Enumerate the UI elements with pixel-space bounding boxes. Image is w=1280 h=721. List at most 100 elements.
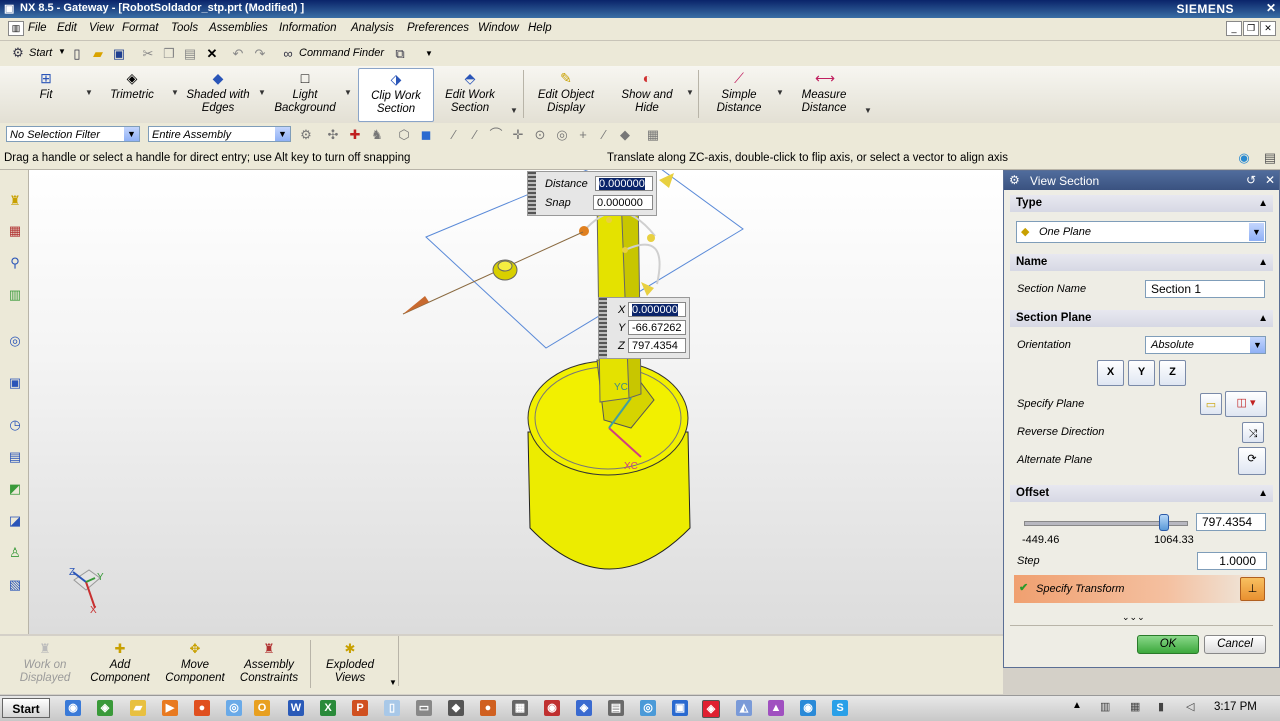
browser-icon[interactable]: ◈ bbox=[97, 700, 113, 716]
open-folder-icon[interactable]: ▰ bbox=[90, 46, 106, 62]
tray-up-icon[interactable]: ▲ bbox=[1072, 700, 1082, 711]
redo-icon[interactable]: ↷ bbox=[252, 46, 268, 62]
tray-icon[interactable]: ▥ bbox=[1100, 700, 1110, 713]
command-finder-button[interactable]: Command Finder bbox=[299, 47, 384, 59]
selection-filter-select[interactable]: No Selection Filter ▼ bbox=[6, 126, 140, 142]
show-and-hide-button[interactable]: ◐ Show and Hide bbox=[616, 68, 678, 120]
minimize-doc-icon[interactable]: _ bbox=[1226, 21, 1242, 36]
app-icon-8[interactable]: ▣ bbox=[672, 700, 688, 716]
work-on-displayed-button[interactable]: ♜ Work on Displayed bbox=[12, 638, 78, 690]
face-icon[interactable]: ◆ bbox=[617, 127, 633, 143]
move-handle-icon[interactable]: ✚ bbox=[347, 127, 363, 143]
start-menu-button[interactable]: Start bbox=[29, 47, 52, 59]
light-background-button[interactable]: □ Light Background bbox=[270, 68, 340, 120]
simple-distance-button[interactable]: ⟋ Simple Distance bbox=[708, 68, 770, 120]
csys-dialog-icon[interactable]: ⊥ bbox=[1240, 577, 1265, 601]
network-icon[interactable]: ◎ bbox=[226, 700, 242, 716]
delete-icon[interactable]: ✕ bbox=[204, 46, 220, 62]
offset-group-header[interactable]: Offset ▲ bbox=[1010, 485, 1273, 502]
app-icon-2[interactable]: ● bbox=[480, 700, 496, 716]
app-icon-5[interactable]: ◈ bbox=[576, 700, 592, 716]
cut-icon[interactable]: ✂ bbox=[140, 46, 156, 62]
constraint-navigator-icon[interactable]: ▦ bbox=[6, 222, 24, 240]
z-input[interactable]: 797.4354 bbox=[628, 338, 686, 353]
menu-assemblies[interactable]: Assemblies bbox=[209, 22, 268, 34]
powerpoint-icon[interactable]: P bbox=[352, 700, 368, 716]
move-component-button[interactable]: ✥ Move Component bbox=[162, 638, 228, 690]
light-dropdown-icon[interactable]: ▼ bbox=[344, 88, 352, 97]
trimetric-button[interactable]: ◈ Trimetric bbox=[100, 68, 164, 120]
offset-value-input[interactable]: 797.4354 bbox=[1196, 513, 1266, 531]
folder-icon[interactable]: ▰ bbox=[130, 700, 146, 716]
clock[interactable]: 3:17 PM bbox=[1214, 701, 1257, 713]
section-plane-group-header[interactable]: Section Plane ▲ bbox=[1010, 310, 1273, 327]
copy-icon[interactable]: ❐ bbox=[161, 46, 177, 62]
ribbon-overflow-icon[interactable]: ▼ bbox=[864, 106, 872, 115]
manufacturing-wizard-icon[interactable]: ▧ bbox=[6, 576, 24, 594]
entry-grip[interactable] bbox=[528, 172, 536, 215]
assembly-navigator-icon[interactable]: ♜ bbox=[6, 192, 24, 210]
reset-icon[interactable]: ↺ bbox=[1246, 173, 1256, 187]
shaded-dropdown-icon[interactable]: ▼ bbox=[258, 88, 266, 97]
show-hide-dropdown-icon[interactable]: ▼ bbox=[686, 88, 694, 97]
x-plane-button[interactable]: X bbox=[1097, 360, 1124, 386]
grid-icon[interactable]: ▦ bbox=[645, 127, 661, 143]
history-icon[interactable]: ▣ bbox=[6, 374, 24, 392]
process-studio-icon[interactable]: ♙ bbox=[6, 544, 24, 562]
menu-preferences[interactable]: Preferences bbox=[407, 22, 469, 34]
web-browser-icon[interactable]: ◎ bbox=[6, 332, 24, 350]
customize-icon[interactable]: ⧉ bbox=[392, 46, 408, 62]
system-materials-icon[interactable]: ◪ bbox=[6, 512, 24, 530]
circle-point-icon[interactable]: ⊙ bbox=[532, 127, 548, 143]
y-input[interactable]: -66.67262 bbox=[628, 320, 686, 335]
chevron-down-icon[interactable]: ▼ bbox=[124, 127, 139, 141]
measure-distance-button[interactable]: ⟷ Measure Distance bbox=[792, 68, 856, 120]
entry-grip[interactable] bbox=[599, 298, 607, 358]
reverse-direction-icon[interactable]: ⤨ bbox=[1242, 422, 1264, 443]
toolbar-options-icon[interactable]: ▼ bbox=[389, 678, 397, 687]
skype-icon[interactable]: S bbox=[832, 700, 848, 716]
orientation-select[interactable]: Absolute ▼ bbox=[1145, 336, 1266, 354]
solid-icon[interactable]: ⬡ bbox=[396, 127, 412, 143]
reuse-library-icon[interactable]: ▥ bbox=[6, 286, 24, 304]
app-icon[interactable]: ◆ bbox=[448, 700, 464, 716]
distance-input[interactable]: 0.000000 bbox=[595, 176, 653, 191]
app-icon-7[interactable]: ◎ bbox=[640, 700, 656, 716]
simple-distance-dropdown-icon[interactable]: ▼ bbox=[776, 88, 784, 97]
ok-button[interactable]: OK bbox=[1137, 635, 1199, 654]
selection-scope-select[interactable]: Entire Assembly ▼ bbox=[148, 126, 291, 142]
plane-dialog-icon[interactable]: ▭ bbox=[1200, 393, 1222, 415]
line2-icon[interactable]: ∕ bbox=[467, 127, 483, 143]
snap-icon[interactable]: ✣ bbox=[325, 127, 341, 143]
menu-file[interactable]: File bbox=[28, 22, 47, 34]
app-icon-6[interactable]: ▤ bbox=[608, 700, 624, 716]
curve-icon[interactable]: ⌒ bbox=[488, 127, 504, 143]
window-app-icon[interactable]: ▭ bbox=[416, 700, 432, 716]
exploded-views-button[interactable]: ✱ Exploded Views bbox=[318, 638, 382, 690]
select-icon[interactable]: ⚙ bbox=[298, 127, 314, 143]
body-icon[interactable]: ◼ bbox=[418, 127, 434, 143]
section-group-dropdown-icon[interactable]: ▼ bbox=[510, 106, 518, 115]
palette-icon[interactable]: ▤ bbox=[6, 448, 24, 466]
roles-icon[interactable]: ▤ bbox=[1262, 150, 1278, 166]
excel-icon[interactable]: X bbox=[320, 700, 336, 716]
chevron-down-icon[interactable]: ▼ bbox=[58, 47, 66, 56]
battery-tray-icon[interactable]: ▮ bbox=[1158, 700, 1164, 713]
toolbar-options-icon[interactable]: ▼ bbox=[425, 49, 433, 58]
save-icon[interactable]: ▣ bbox=[111, 46, 127, 62]
snap-input[interactable]: 0.000000 bbox=[593, 195, 653, 210]
plus-icon[interactable]: + bbox=[575, 127, 591, 143]
menu-tools[interactable]: Tools bbox=[171, 22, 198, 34]
edit-work-section-button[interactable]: ⬘ Edit Work Section bbox=[438, 68, 502, 120]
step-input[interactable]: 1.0000 bbox=[1197, 552, 1267, 570]
roles-side-icon[interactable]: ◩ bbox=[6, 480, 24, 498]
menu-window[interactable]: Window bbox=[478, 22, 519, 34]
add-component-button[interactable]: ✚ Add Component bbox=[86, 638, 154, 690]
collapse-icon[interactable]: ▲ bbox=[1258, 485, 1268, 502]
fit-button[interactable]: ⊞ Fit bbox=[20, 68, 72, 120]
app-icon-3[interactable]: ▦ bbox=[512, 700, 528, 716]
assembly-constraints-button[interactable]: ♜ Assembly Constraints bbox=[236, 638, 302, 690]
window-controls-icon[interactable]: ✕ bbox=[1262, 0, 1280, 16]
document-app-icon[interactable]: ▯ bbox=[384, 700, 400, 716]
chevron-down-icon[interactable]: ▼ bbox=[1250, 337, 1265, 353]
